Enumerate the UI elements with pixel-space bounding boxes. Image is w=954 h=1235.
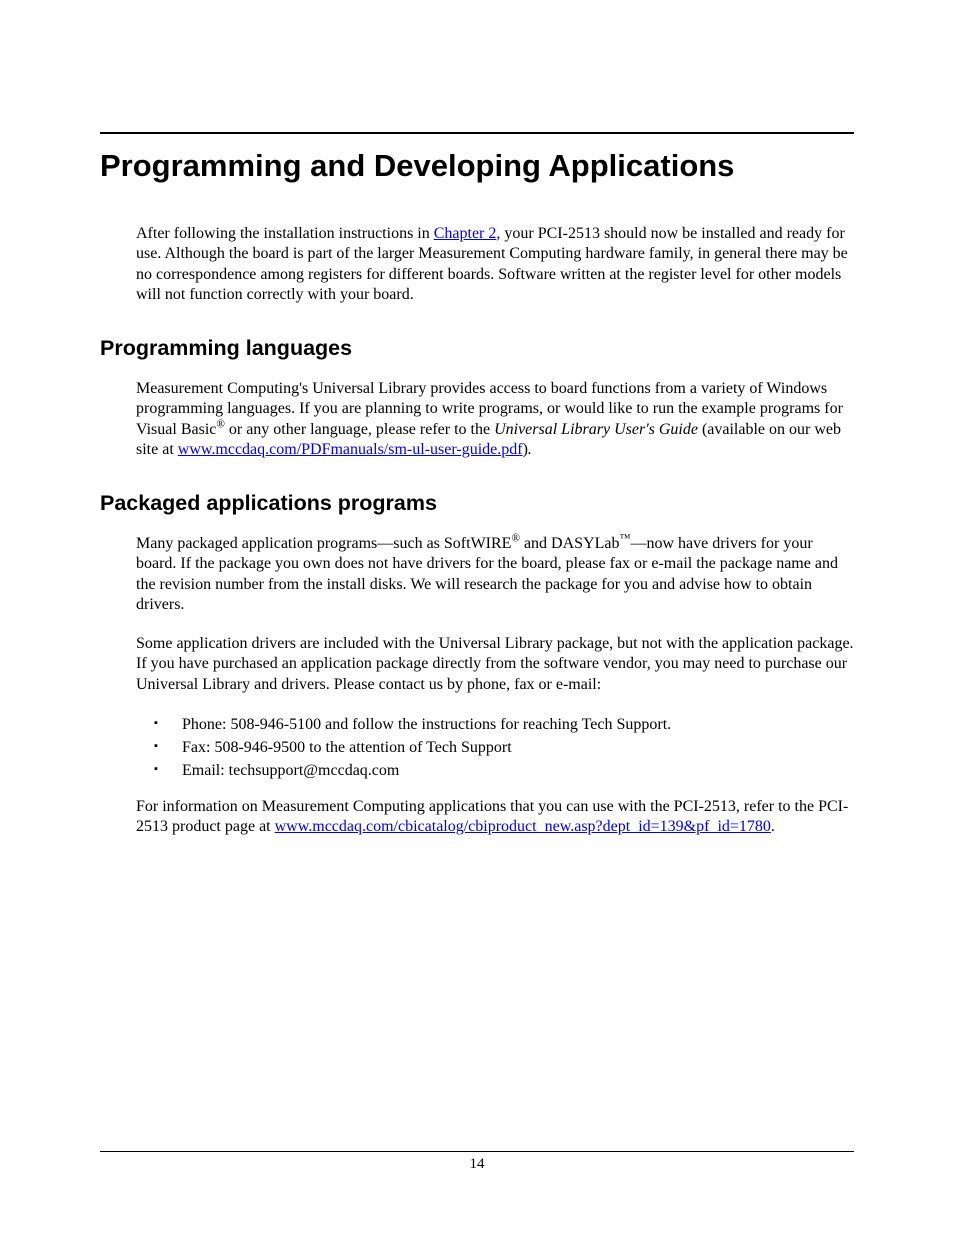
packaged-apps-paragraph-3: For information on Measurement Computing… (136, 797, 854, 838)
list-item: Email: techsupport@mccdaq.com (154, 759, 854, 782)
text: Many packaged application programs—such … (136, 535, 511, 552)
registered-mark: ® (511, 532, 520, 544)
section-heading-packaged-applications: Packaged applications programs (100, 491, 854, 516)
text: . (771, 818, 775, 835)
intro-paragraph: After following the installation instruc… (136, 224, 854, 306)
text: . (528, 441, 532, 458)
ul-user-guide-link[interactable]: www.mccdaq.com/PDFmanuals/sm-ul-user-gui… (178, 441, 523, 458)
page-title: Programming and Developing Applications (100, 148, 854, 184)
chapter-2-link[interactable]: Chapter 2 (434, 225, 497, 242)
text: or any other language, please refer to t… (225, 421, 494, 438)
guide-title: Universal Library User's Guide (494, 421, 698, 438)
contact-list: Phone: 508-946-5100 and follow the instr… (154, 713, 854, 783)
packaged-apps-paragraph-1: Many packaged application programs—such … (136, 534, 854, 616)
page-footer: 14 (100, 1151, 854, 1173)
product-page-link[interactable]: www.mccdaq.com/cbicatalog/cbiproduct_new… (275, 818, 771, 835)
list-item: Phone: 508-946-5100 and follow the instr… (154, 713, 854, 736)
trademark-mark: ™ (620, 532, 631, 544)
packaged-apps-paragraph-2: Some application drivers are included wi… (136, 634, 854, 695)
page-number: 14 (470, 1156, 485, 1172)
registered-mark: ® (216, 418, 225, 430)
list-item: Fax: 508-946-9500 to the attention of Te… (154, 736, 854, 759)
text: and DASYLab (520, 535, 620, 552)
programming-languages-paragraph: Measurement Computing's Universal Librar… (136, 379, 854, 461)
section-heading-programming-languages: Programming languages (100, 336, 854, 361)
intro-pre: After following the installation instruc… (136, 225, 434, 242)
